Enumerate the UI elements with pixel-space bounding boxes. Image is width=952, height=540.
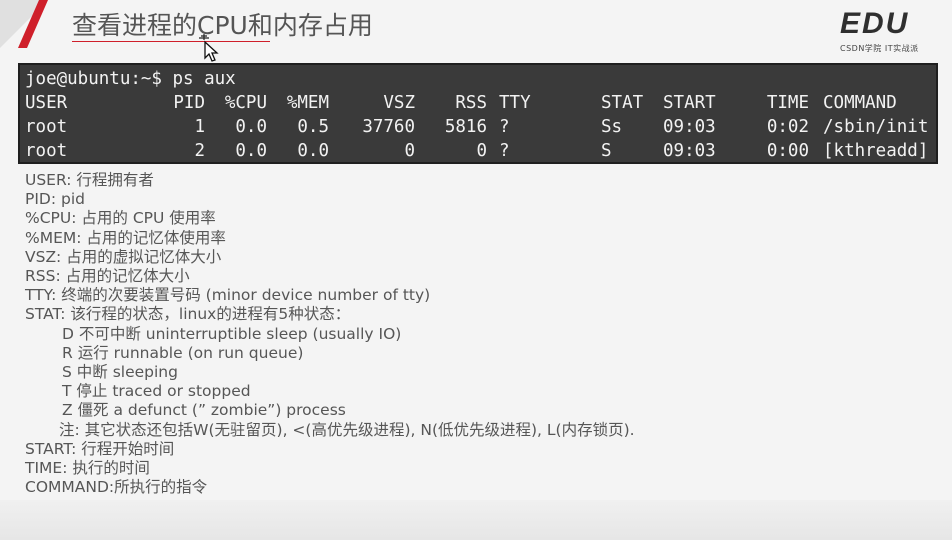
desc-time: TIME: 执行的时间 xyxy=(25,459,150,478)
desc-state-t: T 停止 traced or stopped xyxy=(62,382,251,401)
desc-cpu: %CPU: 占用的 CPU 使用率 xyxy=(25,209,216,228)
cell-mem: 0.0 xyxy=(297,141,329,161)
field-descriptions: USER: 行程拥有者 PID: pid %CPU: 占用的 CPU 使用率 %… xyxy=(25,171,925,497)
bottom-band xyxy=(0,500,952,540)
desc-stat: STAT: 该行程的状态，linux的进程有5种状态： xyxy=(25,305,351,324)
col-mem: %MEM xyxy=(286,93,329,113)
title-underline xyxy=(72,41,270,42)
slide-title: 查看进程的CPU和内存占用 xyxy=(72,11,373,40)
desc-start: START: 行程开始时间 xyxy=(25,439,175,458)
ps-row: root 1 0.0 0.5 37760 5816 ? Ss 09:03 0:0… xyxy=(25,115,932,139)
move-cursor-icon xyxy=(199,34,219,62)
desc-note: 注: 其它状态还包括W(无驻留页), <(高优先级进程), N(低优先级进程),… xyxy=(59,420,635,439)
desc-command: COMMAND:所执行的指令 xyxy=(25,478,208,497)
desc-user: USER: 行程拥有者 xyxy=(25,171,154,189)
cell-tty: ? xyxy=(499,141,510,161)
cell-mem: 0.5 xyxy=(297,117,329,137)
cell-cpu: 0.0 xyxy=(235,141,267,161)
col-user: USER xyxy=(25,93,68,113)
cell-pid: 1 xyxy=(194,117,205,137)
desc-state-s: S 中断 sleeping xyxy=(62,363,178,382)
cell-start: 09:03 xyxy=(663,117,716,137)
cell-rss: 5816 xyxy=(444,117,487,137)
desc-state-r: R 运行 runnable (on run queue) xyxy=(62,343,304,362)
ps-header-row: USER PID %CPU %MEM VSZ RSS TTY STAT STAR… xyxy=(25,91,932,115)
cell-user: root xyxy=(25,141,68,161)
cell-vsz: 37760 xyxy=(362,117,415,137)
cell-cpu: 0.0 xyxy=(235,117,267,137)
cell-vsz: 0 xyxy=(404,141,415,161)
cell-command: /sbin/init xyxy=(823,117,929,137)
desc-mem: %MEM: 占用的记忆体使用率 xyxy=(25,228,226,247)
col-vsz: VSZ xyxy=(383,93,415,113)
edu-logo: EDU CSDN学院 IT实战派 xyxy=(840,8,940,54)
desc-pid: PID: pid xyxy=(25,190,85,209)
col-cpu: %CPU xyxy=(224,93,267,113)
desc-rss: RSS: 占用的记忆体大小 xyxy=(25,267,190,286)
desc-vsz: VSZ: 占用的虚拟记忆体大小 xyxy=(25,247,222,266)
cell-time: 0:00 xyxy=(766,141,809,161)
cell-stat: S xyxy=(601,141,612,161)
cell-start: 09:03 xyxy=(663,141,716,161)
desc-state-z: Z 僵死 a defunct (” zombie”) process xyxy=(62,401,346,420)
cell-command: [kthreadd] xyxy=(823,141,929,161)
logo-sub-text: CSDN学院 IT实战派 xyxy=(840,44,919,53)
desc-tty: TTY: 终端的次要装置号码 (minor device number of t… xyxy=(25,286,431,305)
cell-user: root xyxy=(25,117,68,137)
slide: 查看进程的CPU和内存占用 EDU CSDN学院 IT实战派 joe@ubunt… xyxy=(0,0,952,540)
terminal-prompt: joe@ubuntu:~$ ps aux xyxy=(25,69,236,89)
col-rss: RSS xyxy=(455,93,487,113)
col-pid: PID xyxy=(173,93,205,113)
logo-main-text: EDU xyxy=(840,7,910,40)
desc-state-d: D 不可中断 uninterruptible sleep (usually IO… xyxy=(62,324,402,343)
cell-stat: Ss xyxy=(601,117,623,137)
cell-time: 0:02 xyxy=(766,117,809,137)
col-tty: TTY xyxy=(499,93,531,113)
ps-row: root 2 0.0 0.0 0 0 ? S 09:03 0:00 [kthre… xyxy=(25,139,932,163)
cell-pid: 2 xyxy=(194,141,205,161)
cell-rss: 0 xyxy=(476,141,487,161)
col-start: START xyxy=(663,93,716,113)
terminal-output: joe@ubuntu:~$ ps aux USER PID %CPU %MEM … xyxy=(18,63,938,164)
col-time: TIME xyxy=(766,93,809,113)
col-command: COMMAND xyxy=(823,93,897,113)
cell-tty: ? xyxy=(499,117,510,137)
col-stat: STAT xyxy=(601,93,644,113)
